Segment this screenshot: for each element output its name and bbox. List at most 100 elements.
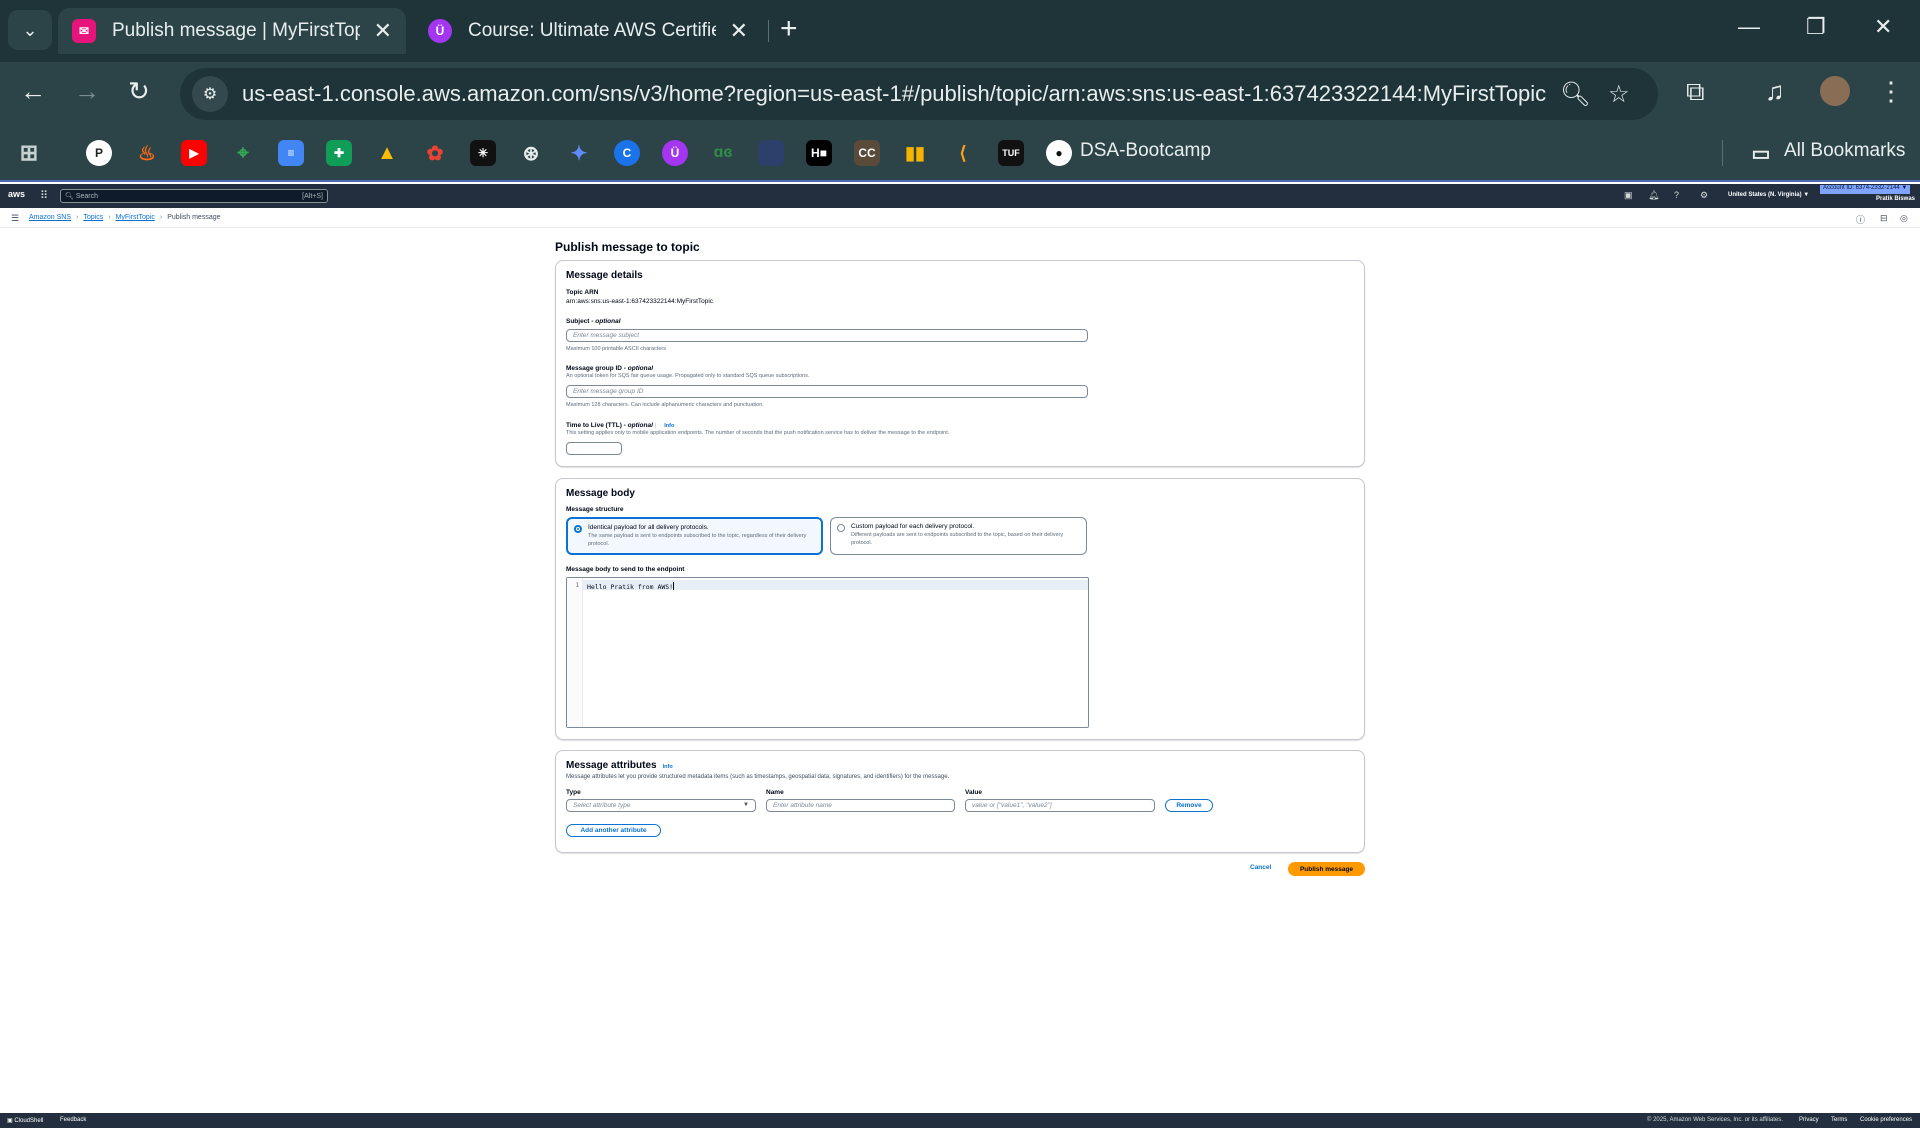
bell-icon[interactable]: 🔔︎ — [1648, 190, 1659, 201]
extensions-icon[interactable]: ⧉ — [1686, 76, 1705, 108]
leetcode-icon[interactable]: ⟨ — [950, 140, 976, 166]
drive-icon[interactable]: ▲ — [374, 140, 400, 166]
custom-payload-option[interactable]: Custom payload for each delivery protoco… — [830, 517, 1087, 555]
subject-input[interactable]: Enter message subject — [566, 329, 1088, 342]
chatgpt-icon[interactable]: ⊛ — [518, 140, 544, 166]
region-selector[interactable]: United States (N. Virginia) ▼ — [1728, 192, 1809, 198]
cloudshell-icon[interactable]: ▣ — [1624, 190, 1633, 201]
info-circle-icon[interactable]: ⓘ — [1856, 213, 1865, 226]
breadcrumb-current: Publish message — [167, 214, 221, 221]
console-search-input[interactable]: 🔍︎ Search [Alt+S] — [60, 189, 328, 203]
user-name[interactable]: Pratik Biswas — [1876, 196, 1915, 202]
services-grid-icon[interactable]: ⠿ — [40, 189, 48, 202]
gfg-icon[interactable]: ɑɞ — [710, 140, 736, 166]
add-attribute-button[interactable]: Add another attribute — [566, 824, 661, 837]
split-panel-icon[interactable]: ⊟ — [1880, 213, 1888, 224]
new-tab-button[interactable]: + — [780, 12, 798, 46]
zoom-icon[interactable]: 🔍︎ — [1560, 80, 1590, 109]
hackerrank-icon[interactable]: H■ — [806, 140, 832, 166]
caret-down-icon: ▼ — [743, 802, 749, 808]
perplexity-icon[interactable]: ✳ — [470, 140, 496, 166]
radio-selected-icon[interactable] — [574, 525, 582, 533]
attribute-name-input[interactable]: Enter attribute name — [766, 799, 955, 812]
attributes-info-link[interactable]: Info — [663, 764, 673, 770]
bookmark-star-icon[interactable]: ☆ — [1608, 80, 1630, 109]
gear-icon[interactable]: ⚙ — [1700, 190, 1708, 201]
breadcrumb-my-first-topic[interactable]: MyFirstTopic — [116, 214, 155, 221]
sheets-icon[interactable]: ✚ — [326, 140, 352, 166]
message-body-editor[interactable]: 1 Hello Pratik from AWS! — [566, 577, 1089, 728]
tab-search-button[interactable]: ⌄ — [8, 10, 52, 50]
menu-icon[interactable]: ☰ — [11, 213, 19, 224]
c-icon[interactable]: C — [614, 140, 640, 166]
identical-payload-option[interactable]: Identical payload for all delivery proto… — [566, 517, 823, 555]
tab-udemy-course[interactable]: Ü Course: Ultimate AWS Certified ✕ — [414, 8, 762, 54]
all-bookmarks[interactable]: All Bookmarks — [1784, 140, 1905, 162]
chevron-right-icon: › — [76, 214, 79, 221]
cookie-preferences-link[interactable]: Cookie preferences — [1860, 1117, 1912, 1123]
apps-icon[interactable]: ⊞ — [16, 140, 42, 166]
p-icon[interactable]: P — [86, 140, 112, 166]
terms-link[interactable]: Terms — [1831, 1117, 1847, 1123]
help-icon[interactable]: ? — [1674, 190, 1679, 200]
blank-icon[interactable] — [758, 140, 784, 166]
feedback-link[interactable]: Feedback — [60, 1117, 86, 1123]
cancel-button[interactable]: Cancel — [1250, 864, 1271, 871]
gemini-icon[interactable]: ✦ — [566, 140, 592, 166]
fire-icon[interactable]: ♨ — [134, 140, 160, 166]
tuf-icon[interactable]: TUF — [998, 140, 1024, 166]
url-text[interactable]: us-east-1.console.aws.amazon.com/sns/v3/… — [242, 81, 1546, 107]
ttl-info-link[interactable]: Info — [664, 423, 674, 429]
chevron-down-icon: ⌄ — [22, 19, 38, 40]
radio-unselected-icon[interactable] — [837, 524, 845, 532]
field-hint: Maximum 100 printable ASCII characters — [566, 346, 666, 352]
restore-icon[interactable]: ❐ — [1806, 14, 1826, 40]
bookmark-dsa-bootcamp[interactable]: DSA-Bootcamp — [1080, 140, 1211, 162]
site-info-icon[interactable]: ⚙ — [192, 76, 228, 112]
back-arrow-icon[interactable]: ← — [20, 76, 46, 107]
remove-attribute-button[interactable]: Remove — [1165, 799, 1213, 812]
close-tab-icon[interactable]: ✕ — [730, 18, 748, 44]
line-number: 1 — [575, 582, 579, 589]
profile-avatar[interactable] — [1820, 76, 1850, 106]
breadcrumb-topics[interactable]: Topics — [83, 214, 103, 221]
maps-icon[interactable]: ⌖ — [230, 140, 256, 166]
message-attributes-panel: Message attributes Info Message attribute… — [555, 750, 1365, 853]
tab-publish-message[interactable]: ✉ Publish message | MyFirstTopic ✕ — [58, 8, 406, 54]
attribute-type-select[interactable]: Select attribute type ▼ — [566, 799, 756, 812]
ttl-input[interactable] — [566, 442, 622, 455]
minimize-icon[interactable]: — — [1738, 14, 1760, 40]
photos-icon[interactable]: ✿ — [422, 140, 448, 166]
breadcrumb-amazon-sns[interactable]: Amazon SNS — [29, 214, 71, 221]
reload-icon[interactable]: ↻ — [128, 76, 150, 107]
topic-arn-value: arn:aws:sns:us-east-1:637423322144:MyFir… — [566, 298, 714, 305]
attribute-value-input[interactable]: value or ["value1", "value2"] — [965, 799, 1155, 812]
media-control-icon[interactable]: ♫ — [1765, 76, 1785, 107]
more-menu-icon[interactable]: ⋮ — [1878, 76, 1904, 107]
udemy-icon[interactable]: Ü — [662, 140, 688, 166]
docs-icon[interactable]: ≡ — [278, 140, 304, 166]
cc-icon[interactable]: CC — [854, 140, 880, 166]
ttl-field: Time to Live (TTL) - optional | Info Thi… — [566, 422, 949, 436]
folder-icon[interactable]: ▭ — [1748, 140, 1774, 166]
forward-arrow-icon[interactable]: → — [74, 76, 100, 107]
close-window-icon[interactable]: ✕ — [1874, 14, 1892, 40]
close-tab-icon[interactable]: ✕ — [374, 18, 392, 44]
group-id-input[interactable]: Enter message group ID — [566, 385, 1088, 398]
console-footer: ▣ CloudShell Feedback © 2025, Amazon Web… — [0, 1113, 1920, 1128]
publish-message-button[interactable]: Publish message — [1288, 862, 1365, 876]
cloudshell-link[interactable]: ▣ CloudShell — [7, 1117, 43, 1124]
chevron-right-icon: › — [159, 214, 163, 221]
value-label: Value — [965, 789, 982, 796]
youtube-icon[interactable]: ▶ — [181, 140, 207, 166]
address-bar[interactable]: ⚙ us-east-1.console.aws.amazon.com/sns/v… — [180, 68, 1658, 120]
account-id-badge[interactable]: Account ID: 6374-2332-2144 ▼ — [1820, 185, 1911, 194]
editor-content[interactable]: Hello Pratik from AWS! — [587, 582, 675, 591]
message-body-panel: Message body Message structure Identical… — [555, 478, 1365, 740]
settings-circle-icon[interactable]: ◎ — [1900, 213, 1908, 224]
chart-icon[interactable]: ▮▮ — [902, 140, 928, 166]
aws-logo[interactable]: aws — [8, 189, 25, 199]
github-icon[interactable]: ● — [1046, 140, 1072, 166]
privacy-link[interactable]: Privacy — [1799, 1117, 1819, 1123]
aws-console-header: aws ⠿ 🔍︎ Search [Alt+S] ▣ 🔔︎ ? ⚙ United … — [0, 184, 1920, 208]
